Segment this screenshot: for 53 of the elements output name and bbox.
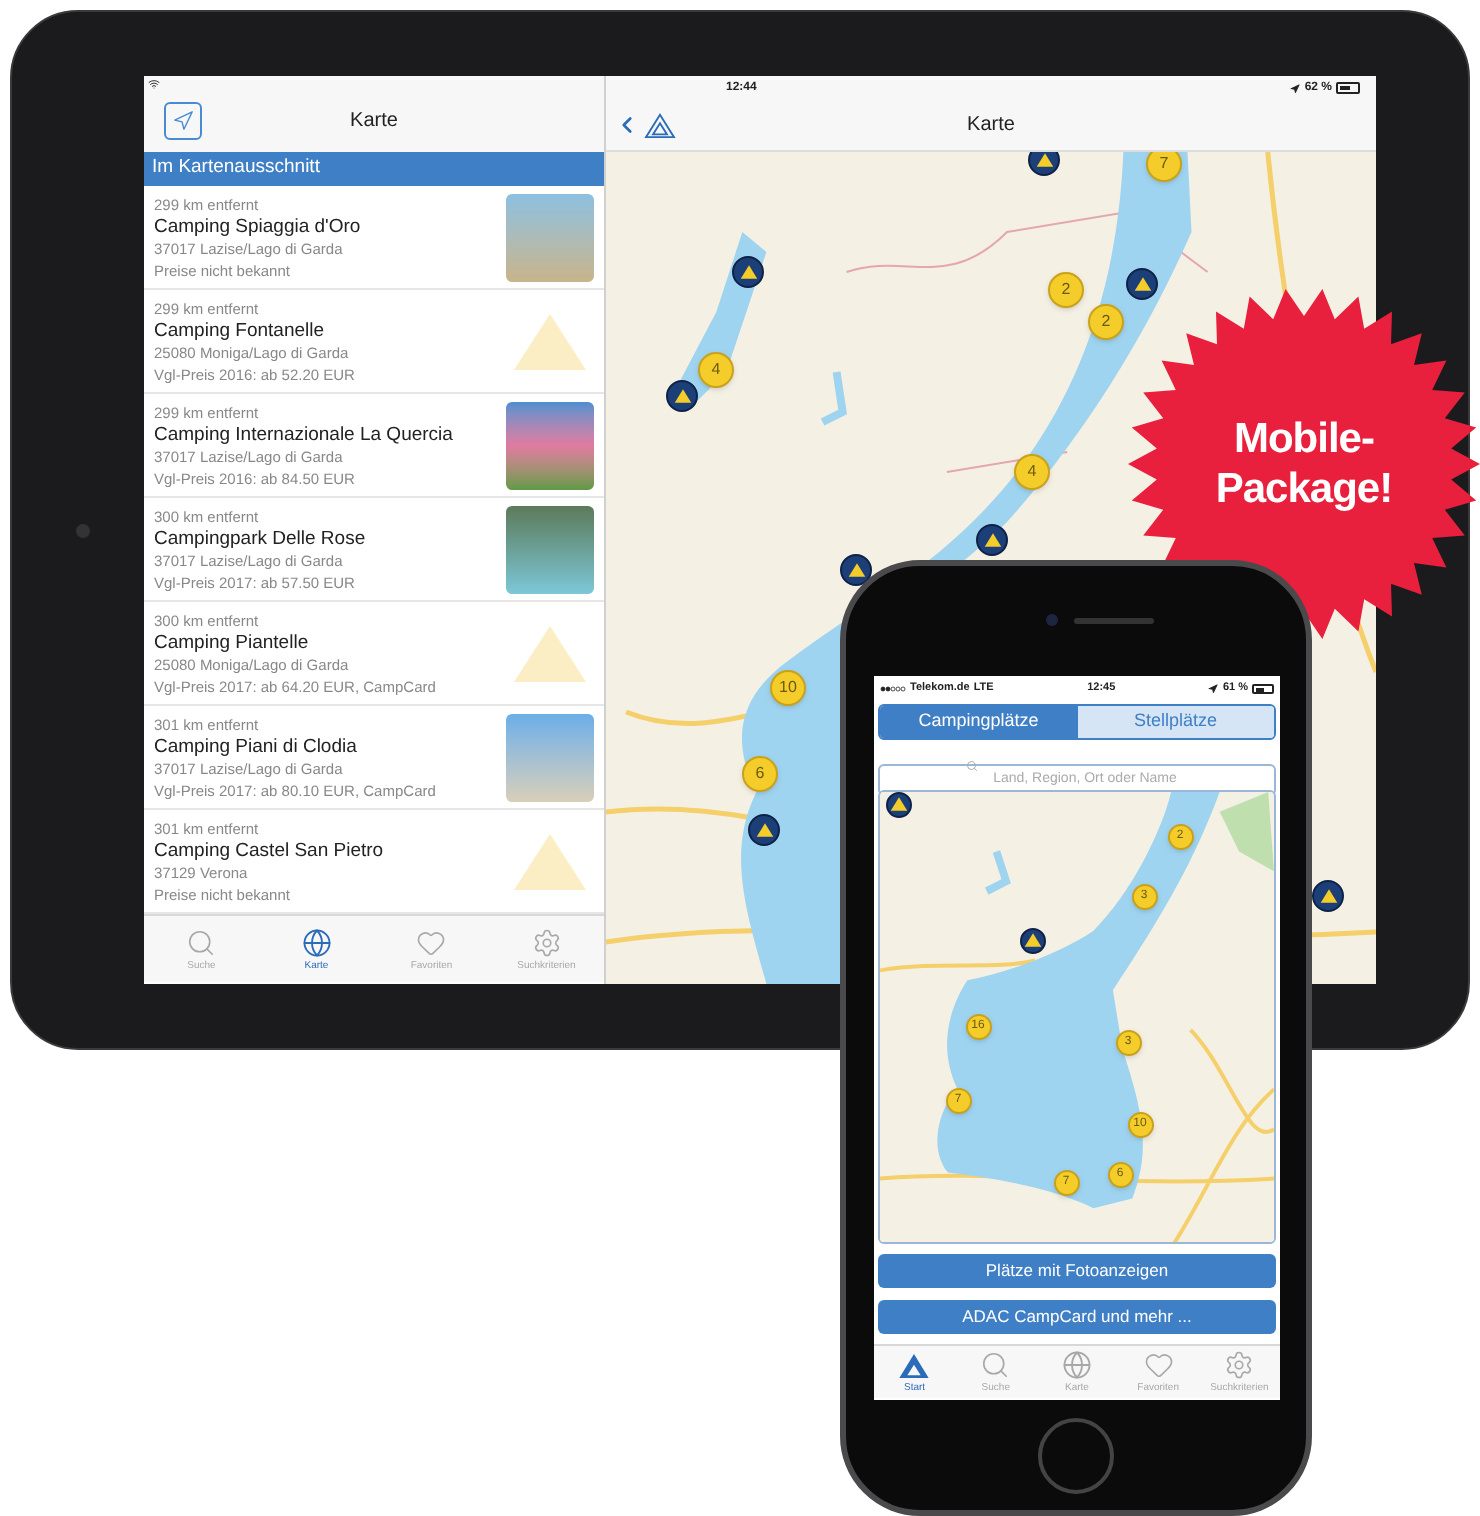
screen-title: Karte	[965, 112, 1017, 140]
action-button[interactable]: ADAC CampCard und mehr ...	[878, 1300, 1276, 1334]
campsite-name: Camping Castel San Pietro	[154, 839, 384, 861]
camera-icon	[1046, 614, 1058, 626]
location-button[interactable]	[164, 102, 202, 140]
tent-icon	[847, 562, 865, 578]
search-icon	[980, 1350, 1011, 1380]
location-arrow-icon	[1290, 83, 1301, 93]
location-arrow-icon	[1208, 684, 1219, 694]
tent-icon	[1023, 932, 1041, 948]
tent-icon	[898, 1351, 931, 1379]
tent-icon	[1319, 888, 1337, 904]
speaker-icon	[1074, 618, 1154, 624]
wifi-icon	[148, 77, 160, 89]
globe-icon	[1061, 1350, 1092, 1380]
campsite-name: Camping Piani di Clodia	[154, 735, 359, 757]
photo-placeholder	[506, 505, 594, 593]
location-arrow-icon	[172, 110, 194, 132]
action-button[interactable]: Plätze mit Fotoanzeigen	[878, 1254, 1276, 1288]
search-icon	[966, 760, 978, 772]
settings-icon	[531, 927, 562, 957]
badge-text: Mobile- Package!	[1215, 414, 1393, 514]
photo-placeholder	[506, 401, 594, 489]
photo-placeholder	[506, 713, 594, 801]
campsite-name: Camping Fontanelle	[154, 319, 327, 341]
photo-placeholder	[506, 193, 594, 281]
search-icon	[186, 927, 217, 957]
tent-icon	[673, 388, 691, 404]
tent-icon	[510, 309, 590, 373]
campsite-name: Campingpark Delle Rose	[154, 527, 366, 549]
settings-icon	[1224, 1350, 1255, 1380]
segment-tab[interactable]: Campingplätze	[880, 706, 1077, 738]
tent-icon	[755, 822, 773, 838]
screen-title: Karte	[348, 108, 400, 136]
heart-icon	[1143, 1350, 1174, 1380]
heart-icon	[416, 927, 447, 957]
tent-icon	[642, 111, 678, 139]
campsite-name: Camping Spiaggia d'Oro	[154, 215, 361, 237]
section-header: Im Kartenausschnitt	[144, 152, 604, 186]
globe-icon	[301, 927, 332, 957]
campsite-name: Camping Piantelle	[154, 631, 311, 653]
campsite-name: Camping Internazionale La Quercia	[154, 423, 453, 445]
map-pin[interactable]	[1028, 152, 1060, 176]
tent-icon	[510, 829, 590, 893]
tent-icon	[739, 264, 757, 280]
battery-icon	[1252, 684, 1274, 694]
camera-icon	[76, 524, 90, 538]
segment-tab[interactable]: Stellplätze	[1077, 706, 1274, 738]
signal-icon	[880, 686, 906, 692]
battery-icon	[1336, 82, 1360, 94]
tent-icon	[983, 532, 1001, 548]
tent-icon	[510, 621, 590, 685]
tent-icon	[889, 796, 907, 812]
